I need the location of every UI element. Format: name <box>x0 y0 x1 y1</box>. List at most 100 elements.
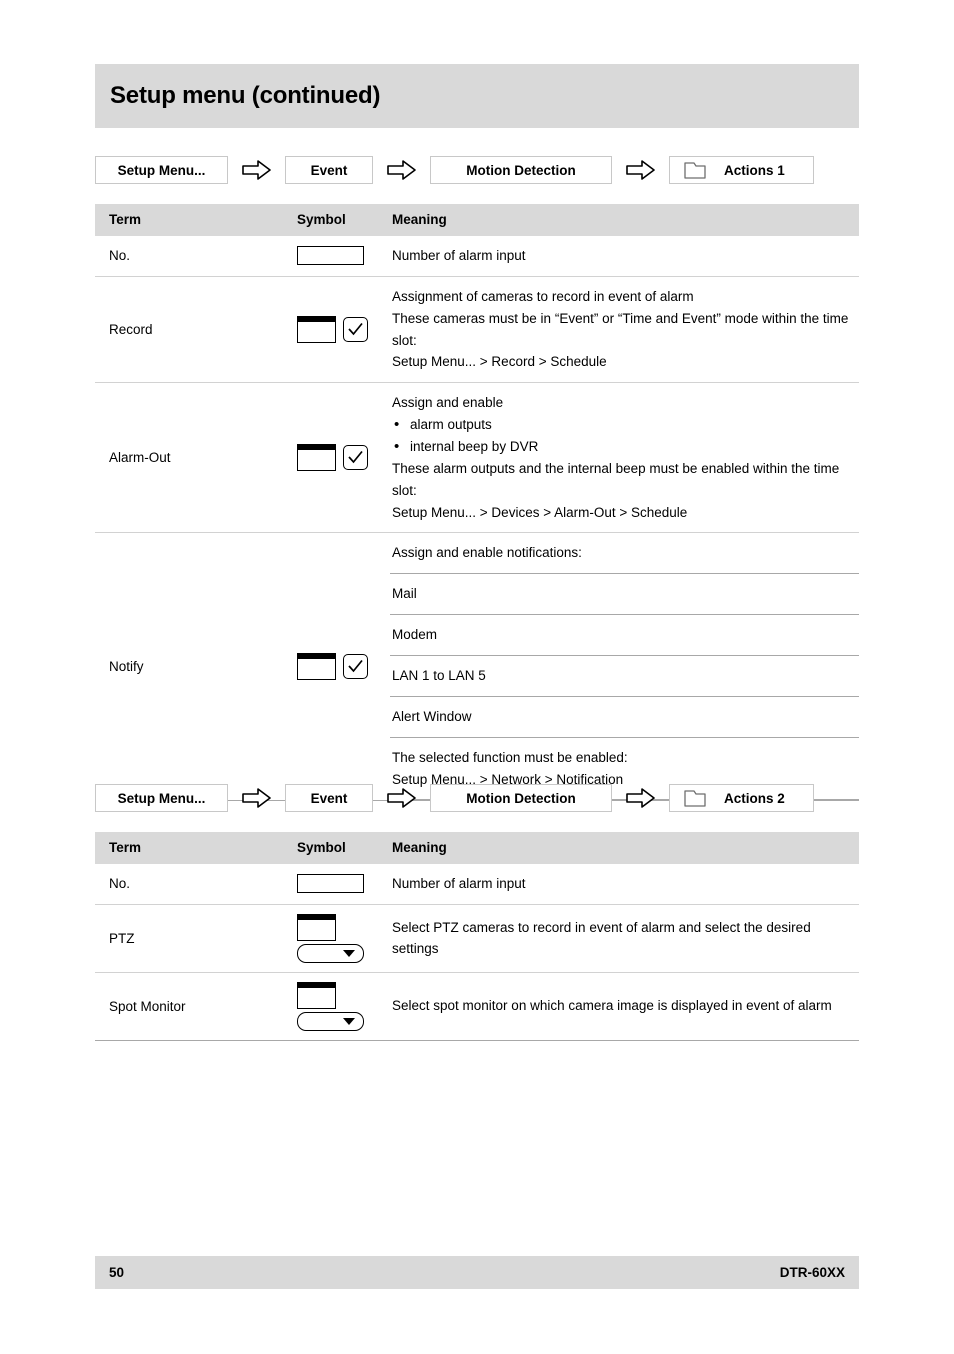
breadcrumb-label: Event <box>310 162 348 178</box>
actions-1-table: Term Symbol Meaning No. Number of alarm … <box>95 204 859 802</box>
footer-page-number: 50 <box>109 1265 125 1280</box>
sub-row-text: LAN 1 to LAN 5 <box>390 655 859 697</box>
meaning-line: Setup Menu... > Devices > Alarm-Out > Sc… <box>392 504 688 520</box>
page-footer: 50 DTR-60XX <box>95 1256 859 1289</box>
row-meaning: Select spot monitor on which camera imag… <box>390 971 859 1041</box>
text-field-icon <box>297 874 364 894</box>
breadcrumb-item-actions-1[interactable]: Actions 1 <box>669 156 814 184</box>
meaning-line: Select PTZ cameras to record in event of… <box>392 919 811 957</box>
row-term: PTZ <box>95 903 295 973</box>
page-title-banner: Setup menu (continued) <box>95 64 859 128</box>
meaning-line: Assign and enable <box>392 395 504 411</box>
sub-row: LAN 1 to LAN 5 <box>390 655 859 697</box>
table-row: Spot Monitor Select spot monitor on whic… <box>95 971 859 1041</box>
meaning-line: Setup Menu... > Record > Schedule <box>392 354 607 370</box>
breadcrumb-item-event[interactable]: Event <box>285 784 373 812</box>
footer-model: DTR-60XX <box>779 1265 845 1280</box>
document-page: Setup menu (continued) Setup Menu... Eve… <box>95 0 859 1354</box>
window-icon <box>297 981 336 1009</box>
right-arrow-icon <box>228 159 285 181</box>
folder-tab-icon <box>684 161 706 179</box>
table-row: Alarm-Out Assign and enable alar <box>95 382 859 533</box>
breadcrumb-actions-2: Setup Menu... Event Motion Detection Act… <box>95 783 814 813</box>
breadcrumb-item-actions-2[interactable]: Actions 2 <box>669 784 814 812</box>
right-arrow-icon <box>612 787 669 809</box>
sub-row: Mail <box>390 573 859 616</box>
list-item: alarm outputs <box>392 413 859 437</box>
meaning-line: These alarm outputs and the internal bee… <box>392 460 840 498</box>
dropdown-icon <box>297 1011 364 1031</box>
table-header-row: Term Symbol Meaning <box>95 832 859 864</box>
window-icon <box>297 444 336 472</box>
sub-row-text: Mail <box>390 573 859 616</box>
meaning-bullet-list: alarm outputs internal beep by DVR <box>392 413 859 459</box>
table-row: PTZ Select PTZ cameras to record in even… <box>95 903 859 973</box>
checkbox-checked-icon <box>343 654 368 680</box>
row-meaning: Select PTZ cameras to record in event of… <box>390 903 859 973</box>
sub-row: Assign and enable notifications: <box>390 533 859 575</box>
checkbox-checked-icon <box>343 445 368 471</box>
row-meaning: Number of alarm input <box>390 236 859 276</box>
row-meaning: Assignment of cameras to record in event… <box>390 275 859 383</box>
table-row: Record Assignment of cameras to record i… <box>95 275 859 383</box>
meaning-line: Assignment of cameras to record in event… <box>392 288 694 304</box>
table-row: No. Number of alarm input <box>95 236 859 276</box>
breadcrumb-label: Motion Detection <box>466 162 576 178</box>
breadcrumb-item-event[interactable]: Event <box>285 156 373 184</box>
breadcrumb-actions-1: Setup Menu... Event Motion Detection Act… <box>95 155 814 185</box>
meaning-line: These cameras must be in “Event” or “Tim… <box>392 310 849 348</box>
row-term: Notify <box>95 532 295 802</box>
checkbox-checked-icon <box>343 317 368 343</box>
row-term: Spot Monitor <box>95 971 295 1041</box>
row-meaning: Assign and enable notifications: Mail Mo… <box>390 532 859 802</box>
folder-tab-icon <box>684 789 706 807</box>
breadcrumb-label: Event <box>310 790 348 806</box>
actions-2-table: Term Symbol Meaning No. Number of alarm … <box>95 832 859 1041</box>
column-header-term: Term <box>95 204 295 236</box>
row-symbol <box>295 236 390 276</box>
row-term: Record <box>95 275 295 383</box>
breadcrumb-label: Actions 1 <box>724 162 785 178</box>
row-meaning: Number of alarm input <box>390 864 859 904</box>
sub-row: Alert Window <box>390 695 859 738</box>
sub-row-text: Assign and enable notifications: <box>390 533 859 575</box>
column-header-meaning: Meaning <box>390 204 859 236</box>
sub-row: Modem <box>390 614 859 657</box>
window-icon <box>297 653 336 681</box>
row-symbol <box>295 275 390 383</box>
breadcrumb-label: Motion Detection <box>466 790 576 806</box>
column-header-symbol: Symbol <box>295 832 390 864</box>
breadcrumb-label: Actions 2 <box>724 790 785 806</box>
row-term: No. <box>109 876 131 892</box>
meaning-line: Select spot monitor on which camera imag… <box>392 998 832 1014</box>
row-term: Alarm-Out <box>95 382 295 533</box>
right-arrow-icon <box>373 787 430 809</box>
column-header-meaning: Meaning <box>390 832 859 864</box>
row-symbol <box>295 864 390 904</box>
table-row: Notify Assign and enable notifications: … <box>95 532 859 802</box>
right-arrow-icon <box>612 159 669 181</box>
breadcrumb-item-motion-detection[interactable]: Motion Detection <box>430 784 612 812</box>
right-arrow-icon <box>228 787 285 809</box>
right-arrow-icon <box>373 159 430 181</box>
sub-row-text: Alert Window <box>390 695 859 738</box>
row-symbol <box>295 382 390 533</box>
dropdown-icon <box>297 943 364 963</box>
list-item: internal beep by DVR <box>392 435 859 459</box>
breadcrumb-item-motion-detection[interactable]: Motion Detection <box>430 156 612 184</box>
window-icon <box>297 316 336 344</box>
text-field-icon <box>297 246 364 266</box>
row-meaning: Assign and enable alarm outputs internal… <box>390 382 859 533</box>
row-symbol <box>295 532 390 802</box>
sub-row-text: The selected function must be enabled: <box>392 749 628 765</box>
breadcrumb-label: Setup Menu... <box>117 162 206 178</box>
breadcrumb-label: Setup Menu... <box>117 790 206 806</box>
breadcrumb-item-setup-menu[interactable]: Setup Menu... <box>95 156 228 184</box>
chevron-down-icon <box>343 949 355 957</box>
notify-sub-table: Assign and enable notifications: Mail Mo… <box>390 533 859 801</box>
table-header-row: Term Symbol Meaning <box>95 204 859 236</box>
breadcrumb-item-setup-menu[interactable]: Setup Menu... <box>95 784 228 812</box>
meaning-line: Number of alarm input <box>392 876 526 891</box>
page-title: Setup menu (continued) <box>110 82 381 109</box>
column-header-symbol: Symbol <box>295 204 390 236</box>
